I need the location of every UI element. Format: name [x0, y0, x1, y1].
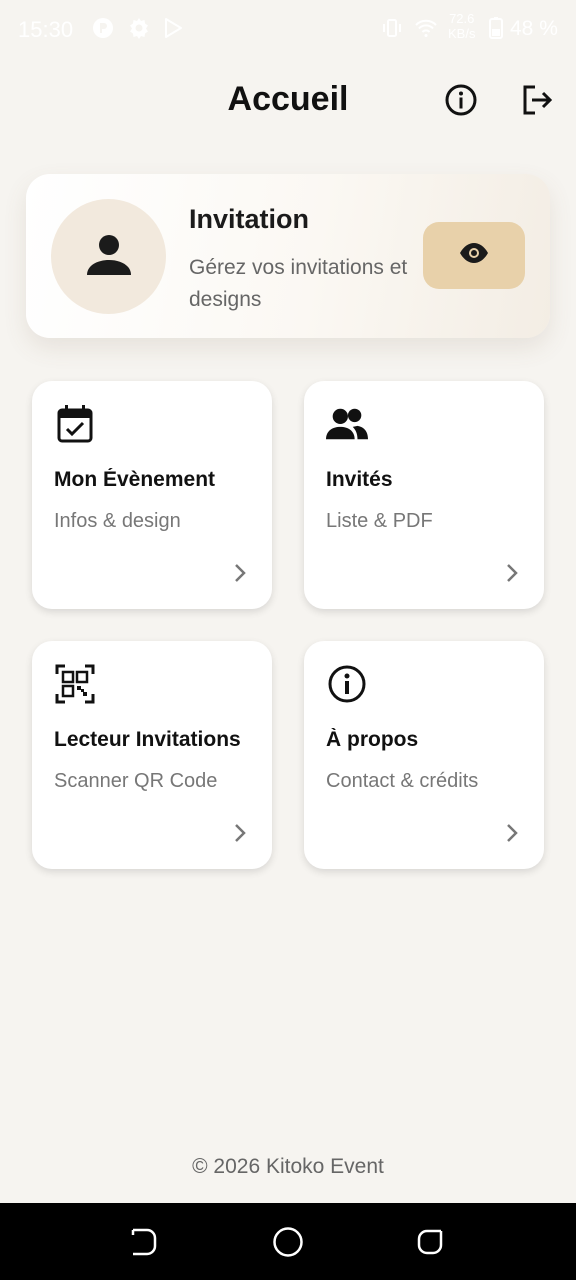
battery-icon [487, 16, 505, 40]
tile-subtitle: Liste & PDF [326, 510, 433, 532]
back-icon[interactable] [127, 1225, 161, 1259]
recents-icon[interactable] [415, 1225, 449, 1259]
tile-subtitle: Infos & design [54, 510, 181, 532]
header-info-button[interactable] [443, 84, 479, 120]
network-speed: 72.6 KB/s [448, 11, 475, 41]
logout-icon [519, 83, 553, 122]
tile-invitation-reader[interactable]: Lecteur Invitations Scanner QR Code [32, 641, 272, 869]
tile-about[interactable]: À propos Contact & crédits [304, 641, 544, 869]
tile-subtitle: Contact & crédits [326, 770, 479, 792]
home-screen: 15:30 72.6 KB/s 48 % Accueil Invitation … [0, 0, 576, 1280]
people-icon [326, 403, 368, 445]
page-title: Accueil [227, 80, 349, 118]
tile-subtitle: Scanner QR Code [54, 770, 218, 792]
app-notification-icon [91, 16, 115, 40]
invitation-subtitle: Gérez vos invitations et designs [189, 256, 408, 311]
avatar [51, 199, 166, 314]
network-speed-unit: KB/s [448, 26, 476, 41]
logout-button[interactable] [518, 84, 554, 120]
tile-my-event[interactable]: Mon Évènement Infos & design [32, 381, 272, 609]
tile-title: Lecteur Invitations [54, 728, 241, 751]
chevron-right-icon [502, 561, 522, 585]
navigation-bar [0, 1203, 576, 1280]
invitation-title: Invitation [189, 204, 309, 234]
vibrate-icon [380, 16, 404, 40]
qr-code-icon [54, 663, 96, 705]
status-time: 15:30 [18, 17, 74, 42]
gear-icon [127, 16, 151, 40]
calendar-check-icon [54, 403, 96, 445]
person-icon [85, 230, 133, 283]
eye-icon [459, 242, 489, 269]
battery-percentage: 48 % [510, 17, 558, 40]
info-icon [444, 83, 478, 122]
chevron-right-icon [230, 821, 250, 845]
tile-title: À propos [326, 728, 419, 751]
play-store-icon [161, 16, 185, 40]
network-speed-value: 72.6 [449, 11, 475, 26]
tile-guests[interactable]: Invités Liste & PDF [304, 381, 544, 609]
wifi-icon [414, 16, 438, 40]
view-invitation-button[interactable] [423, 222, 525, 289]
tile-title: Invités [326, 468, 393, 491]
status-bar: 15:30 72.6 KB/s 48 % [0, 0, 576, 58]
chevron-right-icon [502, 821, 522, 845]
info-icon [326, 663, 368, 705]
tile-title: Mon Évènement [54, 468, 216, 491]
footer-copyright: © 2026 Kitoko Event [192, 1155, 384, 1178]
chevron-right-icon [230, 561, 250, 585]
home-icon[interactable] [271, 1225, 305, 1259]
invitation-card[interactable]: Invitation Gérez vos invitations et desi… [26, 174, 550, 338]
